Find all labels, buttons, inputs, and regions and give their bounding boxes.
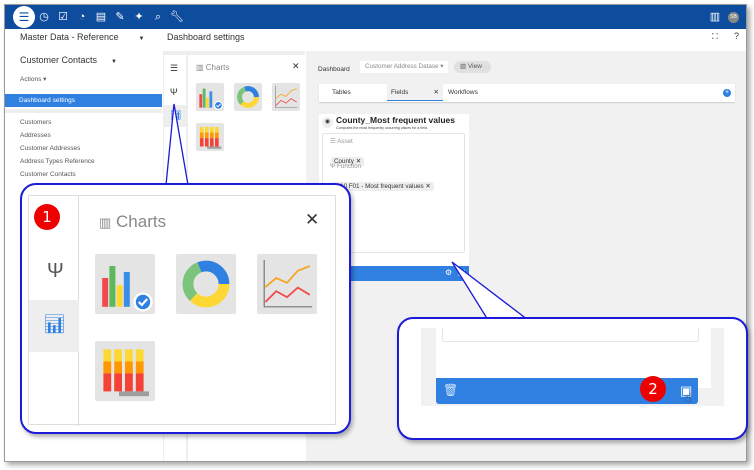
function-icon[interactable]: Ψ (47, 260, 64, 283)
zoomed-rail: Ψ 📊︎ (29, 196, 79, 426)
zoomed-card-area: 🗑︎ ▣ ☝︎ (421, 328, 724, 406)
chart-glyph (182, 260, 230, 308)
donut-chart-thumbnail[interactable] (176, 254, 236, 314)
chart-tab-icon[interactable]: 📊︎ (29, 300, 79, 352)
stacked-bar-chart-thumbnail[interactable] (95, 341, 155, 401)
chart-glyph (103, 349, 149, 397)
close-icon[interactable]: ✕ (305, 210, 319, 230)
step-badge-2: 2 (640, 376, 666, 402)
chart-glyph (263, 260, 313, 308)
trash-icon[interactable]: 🗑︎ (443, 383, 458, 397)
callout-charts-zoom: Ψ 📊︎ ▥ Charts ✕ 1 (20, 183, 351, 434)
hand-cursor-icon: ☝︎ (684, 390, 692, 405)
chart-glyph (102, 266, 153, 312)
zoomed-config-box (442, 328, 699, 342)
line-chart-thumbnail[interactable] (257, 254, 317, 314)
callout-save-zoom: 🗑︎ ▣ ☝︎ 2 (397, 317, 748, 440)
zoomed-charts-panel: Ψ 📊︎ ▥ Charts ✕ (28, 195, 336, 426)
step-badge-1: 1 (34, 204, 60, 230)
charts-title: ▥ Charts (99, 212, 167, 231)
bar-chart-thumbnail[interactable] (95, 254, 155, 314)
